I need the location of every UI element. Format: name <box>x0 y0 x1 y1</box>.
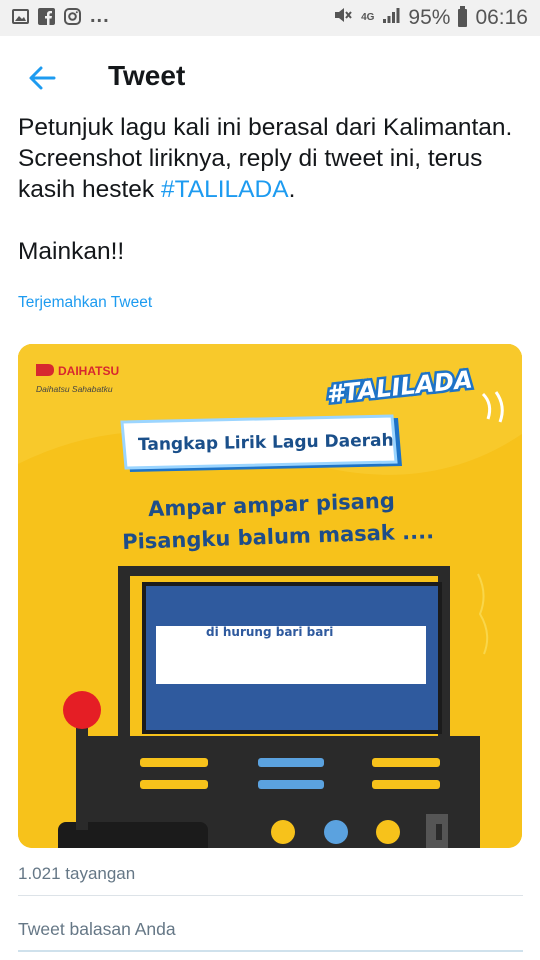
hashtag-link[interactable]: #TALILADA <box>161 176 289 203</box>
image-icon <box>12 8 29 25</box>
page-title: Tweet <box>108 60 186 91</box>
screen-text: di hurung bari bari <box>206 625 333 639</box>
divider <box>18 895 523 896</box>
more-notifications: ... <box>90 5 110 27</box>
signal-icon <box>382 6 400 30</box>
facebook-icon <box>38 7 55 25</box>
app-bar: Tweet <box>0 36 540 120</box>
instagram-icon <box>64 7 81 25</box>
svg-text:DAIHATSU: DAIHATSU <box>58 364 119 378</box>
arcade-machine: di hurung bari bari <box>58 566 480 848</box>
arrow-left-icon[interactable] <box>26 62 58 94</box>
translate-tweet-link[interactable]: Terjemahkan Tweet <box>18 294 152 312</box>
clock: 06:16 <box>475 6 528 29</box>
tweet-media-image[interactable]: DAIHATSU Daihatsu Sahabatku #TALILADA Ta… <box>18 344 522 848</box>
tweet-text: Petunjuk lagu kali ini berasal dari Kali… <box>18 112 523 267</box>
network-type: 4G <box>361 12 375 23</box>
status-bar: ... 4G 95% 06:16 <box>0 0 540 36</box>
tweet-paragraph-1: Petunjuk lagu kali ini berasal dari Kali… <box>18 114 513 203</box>
reply-underline <box>18 950 523 952</box>
tweet-paragraph-2: Mainkan!! <box>18 238 125 265</box>
banner: Tangkap Lirik Lagu Daerah <box>120 414 402 472</box>
reply-input[interactable]: Tweet balasan Anda <box>18 919 176 940</box>
mute-icon <box>333 5 353 31</box>
battery-icon <box>458 6 468 27</box>
view-count: 1.021 tayangan <box>18 864 136 883</box>
svg-text:Daihatsu Sahabatku: Daihatsu Sahabatku <box>36 384 113 394</box>
battery-percent: 95% <box>408 6 451 29</box>
